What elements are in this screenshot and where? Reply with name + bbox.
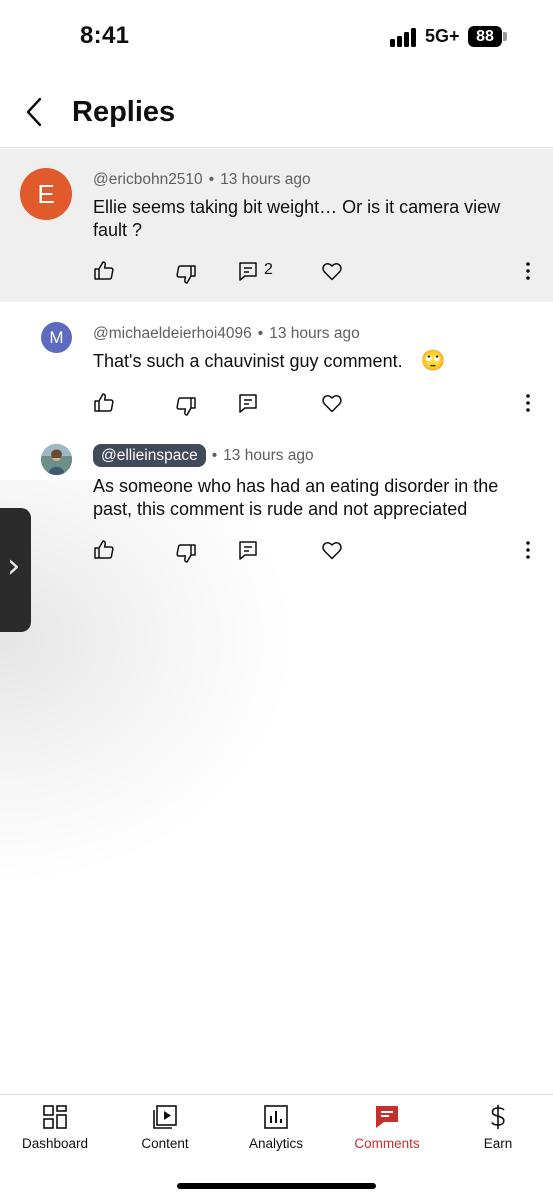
heart-icon: [322, 542, 342, 560]
reply-comment: M @michaeldeierhoi4096 • 13 hours ago That…: [0, 303, 553, 443]
dislike-button[interactable]: [174, 394, 198, 418]
eye-roll-emoji: 🙄: [420, 350, 446, 372]
battery-icon: 88: [468, 26, 502, 47]
side-panel-handle[interactable]: ›: [0, 508, 31, 632]
comment-meta: @michaeldeierhoi4096 • 13 hours ago: [93, 325, 360, 343]
chevron-right-icon: ›: [7, 546, 21, 586]
reply-comment: @ellieinspace • 13 hours ago As someone wh…: [0, 443, 553, 583]
signal-icon: [390, 27, 420, 47]
reply-icon: [239, 394, 257, 413]
parent-comment: E @ericbohn2510 • 13 hours ago Ellie seems…: [0, 149, 553, 302]
nav-label: Content: [141, 1136, 189, 1151]
heart-button[interactable]: [320, 391, 344, 415]
comment-actions: 2: [0, 259, 553, 289]
thumbs-down-icon: [176, 544, 196, 563]
comment-text-content: That's such a chauvinist guy comment.: [93, 351, 403, 371]
comment-meta: @ellieinspace • 13 hours ago: [93, 444, 314, 467]
status-bar: 8:41 5G+ 88: [0, 0, 553, 74]
reply-icon: [239, 262, 257, 281]
like-button[interactable]: [92, 391, 116, 415]
thumbs-up-icon: [94, 540, 114, 559]
creator-handle-badge[interactable]: @ellieinspace: [93, 444, 206, 467]
avatar-letter: E: [37, 179, 55, 209]
comment-time: 13 hours ago: [223, 447, 314, 464]
reply-button[interactable]: [236, 538, 260, 562]
battery-cap: [503, 32, 507, 41]
page-title: Replies: [72, 96, 176, 128]
heart-button[interactable]: [320, 538, 344, 562]
comment-author[interactable]: @michaeldeierhoi4096: [93, 325, 252, 342]
comment-time: 13 hours ago: [269, 325, 360, 342]
dislike-button[interactable]: [174, 541, 198, 565]
like-button[interactable]: [92, 259, 116, 283]
reply-icon: [239, 541, 257, 560]
dislike-button[interactable]: [174, 262, 198, 286]
comment-text: That's such a chauvinist guy comment. 🙄: [93, 350, 533, 373]
reply-count: 2: [264, 261, 273, 278]
reply-button[interactable]: [236, 259, 260, 283]
avatar-letter: M: [49, 328, 64, 347]
comment-text: Ellie seems taking bit weight… Or is it …: [93, 197, 501, 240]
avatar[interactable]: [41, 444, 72, 475]
content-icon: [153, 1105, 177, 1129]
nav-earn[interactable]: Earn: [443, 1095, 553, 1175]
more-vertical-icon: [526, 262, 530, 280]
comment-text: As someone who has had an eating disorde…: [93, 476, 499, 519]
nav-label: Comments: [354, 1136, 420, 1151]
nav-dashboard[interactable]: Dashboard: [0, 1095, 110, 1175]
profile-photo-icon: [41, 444, 72, 475]
nav-comments[interactable]: Comments: [332, 1095, 442, 1175]
nav-analytics[interactable]: Analytics: [221, 1095, 331, 1175]
back-button[interactable]: [20, 94, 50, 130]
comment-author[interactable]: @ericbohn2510: [93, 171, 203, 188]
like-button[interactable]: [92, 538, 116, 562]
thumbs-up-icon: [94, 261, 114, 280]
nav-content[interactable]: Content: [110, 1095, 220, 1175]
reply-button[interactable]: [236, 391, 260, 415]
comments-icon: [376, 1106, 398, 1128]
heart-icon: [322, 263, 342, 281]
thumbs-down-icon: [176, 397, 196, 416]
status-time: 8:41: [80, 22, 130, 49]
nav-label: Dashboard: [21, 1136, 89, 1151]
header: Replies: [0, 74, 553, 148]
more-options-button[interactable]: [518, 259, 538, 283]
avatar[interactable]: E: [20, 168, 72, 220]
thumbs-down-icon: [176, 265, 196, 284]
meta-separator: •: [208, 171, 215, 188]
avatar[interactable]: M: [41, 322, 72, 353]
comment-time: 13 hours ago: [220, 171, 311, 188]
nav-label: Analytics: [248, 1136, 304, 1151]
nav-label: Earn: [483, 1136, 513, 1151]
analytics-icon: [264, 1105, 288, 1129]
network-label: 5G+: [425, 26, 460, 46]
more-vertical-icon: [526, 394, 530, 412]
home-indicator: [177, 1183, 376, 1189]
chevron-left-icon: [26, 97, 42, 127]
dollar-icon: [491, 1105, 505, 1129]
heart-button[interactable]: [320, 259, 344, 283]
more-options-button[interactable]: [518, 538, 538, 562]
comment-actions: [0, 538, 553, 568]
dashboard-icon: [43, 1105, 67, 1129]
meta-separator: •: [211, 447, 218, 464]
comment-meta: @ericbohn2510 • 13 hours ago: [93, 171, 311, 189]
meta-separator: •: [257, 325, 264, 342]
heart-icon: [322, 395, 342, 413]
comment-actions: [0, 391, 553, 421]
thumbs-up-icon: [94, 393, 114, 412]
more-options-button[interactable]: [518, 391, 538, 415]
more-vertical-icon: [526, 541, 530, 559]
